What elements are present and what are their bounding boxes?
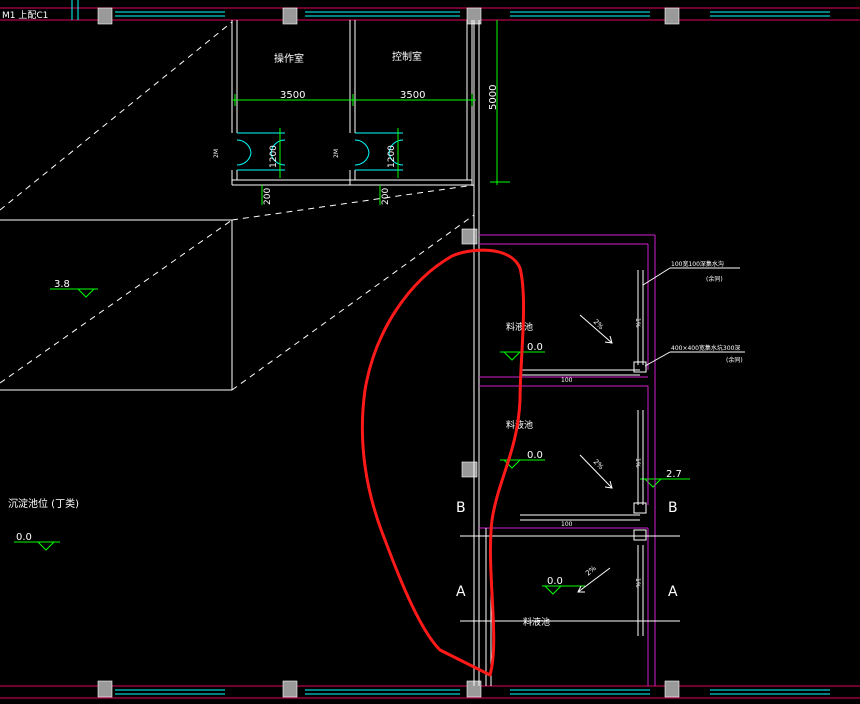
room-tank-3: 料液池	[523, 616, 550, 628]
axis-right-b: B	[668, 500, 678, 516]
level-tank-3: 0.0	[547, 576, 563, 587]
level-platform: 3.8	[54, 279, 70, 290]
small-dim-2: 100	[561, 521, 573, 528]
dim-door-height-1: 1200	[269, 145, 279, 168]
room-control: 控制室	[392, 50, 422, 63]
slope-side-3: 1%	[634, 578, 641, 588]
note-pit: 400×400宽集水坑300深	[671, 344, 740, 352]
axis-left-a: A	[456, 584, 466, 600]
dim-door-height-2: 1200	[387, 145, 397, 168]
note-trench: 100宽100深集水沟	[671, 260, 724, 268]
column	[97, 680, 113, 698]
level-tank-1: 0.0	[527, 342, 543, 353]
column	[664, 7, 680, 25]
note-pit-sub: (余同)	[726, 356, 743, 364]
axis-left-b: B	[456, 500, 466, 516]
axis-right-a: A	[668, 584, 678, 600]
dim-door-width-1: 200	[263, 188, 273, 205]
bottom-wall-band	[0, 685, 860, 699]
door-tag-1: 2M	[213, 149, 220, 158]
doors	[236, 132, 404, 171]
dim-door-width-2: 200	[381, 188, 391, 205]
dim-width-left: 3500	[280, 90, 305, 101]
room-walls	[231, 20, 480, 686]
small-dim-1: 100	[561, 377, 573, 384]
slope-side-2: 1%	[634, 458, 641, 468]
floor-plan: M1 上配C1 3500 3500 5000 1200 1200 200 200…	[0, 0, 860, 699]
room-operation: 操作室	[274, 52, 304, 65]
red-markup-circle	[360, 248, 526, 677]
columns	[97, 7, 680, 698]
room-tank-1: 料液池	[506, 321, 533, 333]
dim-width-right: 3500	[400, 90, 425, 101]
slope-3: 2%	[584, 564, 598, 577]
column	[461, 461, 478, 478]
top-wall-band	[0, 0, 860, 21]
level-right: 2.7	[666, 469, 682, 480]
column	[664, 680, 680, 698]
column	[97, 7, 113, 25]
level-tank-2: 0.0	[527, 450, 543, 461]
slope-arrows	[577, 314, 613, 593]
dim-height-top: 5000	[488, 85, 499, 110]
slope-1: 2%	[592, 318, 606, 332]
header-title: M1 上配C1	[2, 10, 48, 21]
column	[461, 228, 478, 245]
column	[282, 680, 298, 698]
cad-drawing-canvas[interactable]: M1 上配C1 3500 3500 5000 1200 1200 200 200…	[0, 0, 860, 704]
slope-side-1: 1%	[634, 318, 641, 328]
column	[282, 7, 298, 25]
note-trench-sub: (余同)	[706, 275, 723, 283]
level-symbols	[14, 288, 690, 595]
dimension-lines	[232, 20, 510, 205]
level-left: 0.0	[16, 532, 32, 543]
door-tag-2: 2M	[333, 149, 340, 158]
station-label: 沉淀池位 (丁类)	[8, 497, 79, 510]
